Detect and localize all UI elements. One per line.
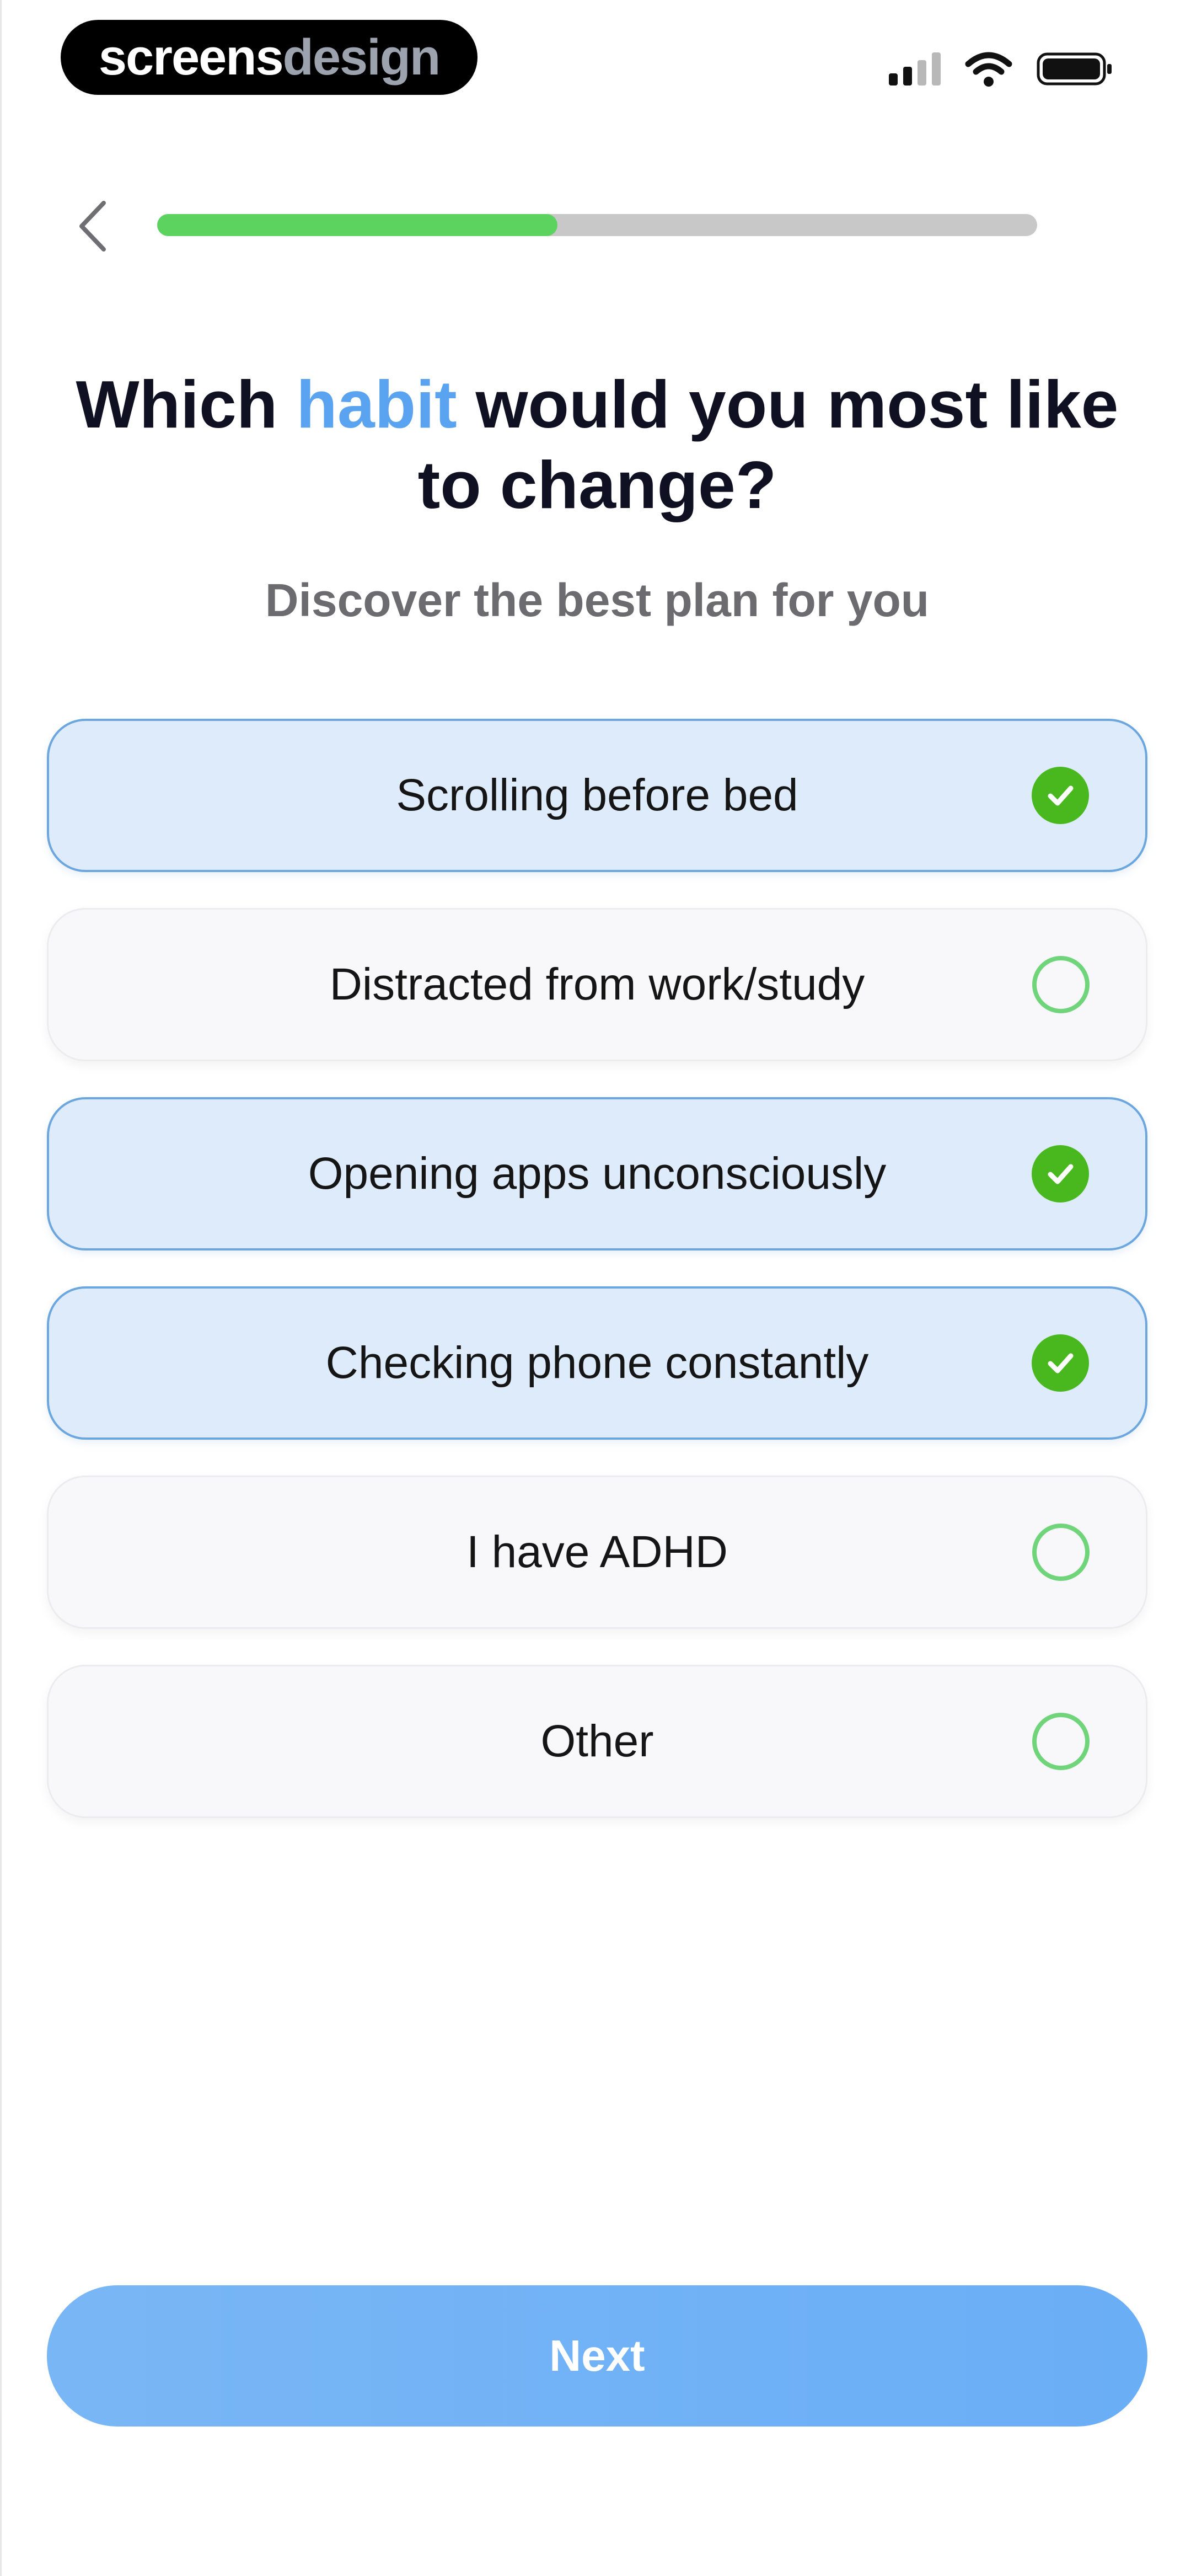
option-item[interactable]: Distracted from work/study bbox=[47, 908, 1147, 1061]
progress-bar-fill bbox=[157, 214, 558, 236]
brand-logo-part2: design bbox=[282, 29, 441, 85]
option-item[interactable]: I have ADHD bbox=[47, 1476, 1147, 1629]
option-label: Other bbox=[540, 1716, 654, 1766]
wifi-icon bbox=[965, 52, 1012, 87]
option-item[interactable]: Other bbox=[47, 1665, 1147, 1818]
option-label: I have ADHD bbox=[466, 1527, 728, 1577]
checkmark-circle-icon bbox=[1032, 1334, 1089, 1392]
title-suffix: would you most like to change? bbox=[417, 367, 1119, 522]
option-label: Opening apps unconsciously bbox=[308, 1148, 887, 1199]
options-list: Scrolling before bed Distracted from wor… bbox=[47, 719, 1147, 1854]
back-button[interactable] bbox=[68, 196, 117, 256]
option-label: Distracted from work/study bbox=[329, 959, 865, 1009]
option-label: Scrolling before bed bbox=[396, 770, 798, 820]
chevron-left-icon bbox=[79, 201, 106, 252]
battery-icon bbox=[1037, 52, 1112, 85]
page-title: Which habit would you most like to chang… bbox=[68, 364, 1126, 525]
empty-circle-icon bbox=[1032, 1713, 1090, 1770]
empty-circle-icon bbox=[1032, 1524, 1090, 1581]
option-item[interactable]: Opening apps unconsciously bbox=[47, 1097, 1147, 1250]
checkmark-circle-icon bbox=[1032, 1145, 1089, 1203]
page-subtitle: Discover the best plan for you bbox=[265, 574, 930, 626]
option-item[interactable]: Scrolling before bed bbox=[47, 719, 1147, 872]
quiz-screen: screens design Which habit would you most… bbox=[0, 0, 1191, 2576]
progress-bar bbox=[157, 214, 1037, 236]
title-prefix: Which bbox=[76, 367, 297, 442]
title-accent-word: habit bbox=[296, 367, 457, 442]
brand-logo: screens design bbox=[61, 20, 478, 95]
status-icons bbox=[889, 44, 1114, 94]
cellular-signal-icon bbox=[889, 52, 941, 85]
brand-logo-part1: screens bbox=[98, 29, 284, 85]
option-label: Checking phone constantly bbox=[325, 1338, 869, 1388]
option-item[interactable]: Checking phone constantly bbox=[47, 1286, 1147, 1440]
next-button[interactable]: Next bbox=[47, 2285, 1147, 2427]
empty-circle-icon bbox=[1032, 956, 1090, 1013]
checkmark-circle-icon bbox=[1032, 767, 1089, 824]
